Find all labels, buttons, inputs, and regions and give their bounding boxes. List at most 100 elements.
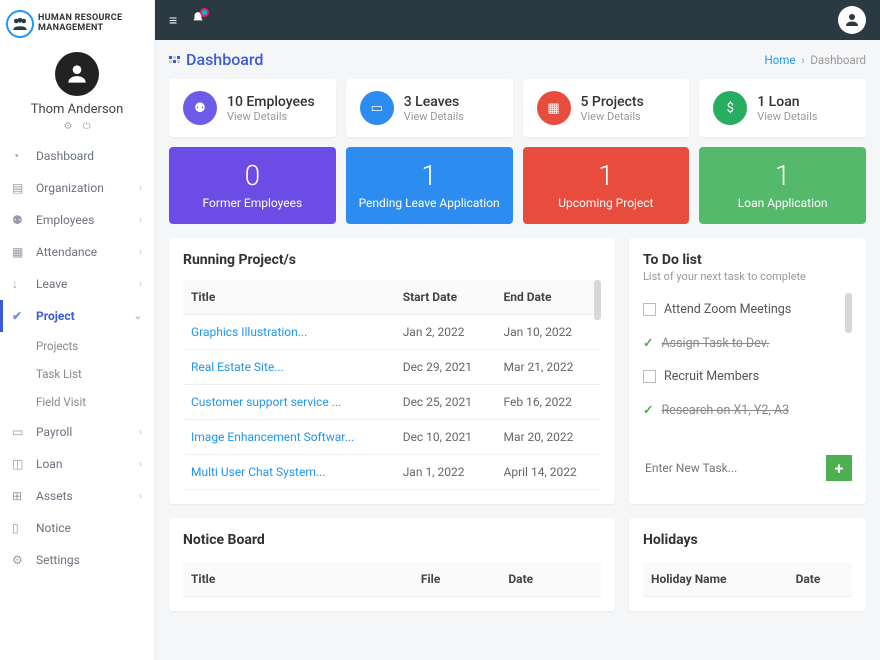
project-link[interactable]: Multi User Chat System... — [191, 465, 325, 479]
table-row: Real Estate Site...Dec 29, 2021Mar 21, 2… — [183, 350, 601, 385]
start-date: Jan 2, 2022 — [395, 315, 496, 350]
view-details-link[interactable]: View Details — [757, 110, 817, 123]
check-icon: ✓ — [643, 402, 653, 418]
breadcrumb-current: Dashboard — [810, 53, 866, 67]
gear-icon[interactable]: ⚙ — [63, 121, 72, 132]
project-link[interactable]: Real Estate Site... — [191, 360, 284, 374]
employees-icon: ⚉ — [12, 213, 26, 227]
sidebar-item-attendance[interactable]: ▦Attendance› — [0, 236, 154, 268]
stats-row: ⚉10 EmployeesView Details▭3 LeavesView D… — [169, 79, 866, 137]
table-row: Graphics Illustration...Jan 2, 2022Jan 1… — [183, 315, 601, 350]
summary-tile[interactable]: 1Pending Leave Application — [346, 147, 513, 224]
chevron-right-icon: › — [139, 427, 142, 438]
stat-title: 10 Employees — [227, 94, 315, 110]
todo-item[interactable]: ✓ Assign Task to Dev. — [643, 326, 852, 360]
page-title: Dashboard — [186, 50, 263, 69]
chevron-right-icon: › — [139, 491, 142, 502]
settings-icon: ⚙ — [12, 553, 26, 567]
table-row: Image Enhancement Softwar...Dec 10, 2021… — [183, 420, 601, 455]
project-icon: ✔ — [12, 309, 26, 323]
todo-panel: To Do list List of your next task to com… — [629, 238, 866, 504]
holidays-panel: Holidays Holiday NameDate — [629, 518, 866, 611]
checkbox[interactable] — [643, 303, 656, 316]
view-details-link[interactable]: View Details — [227, 110, 315, 123]
sidebar-item-loan[interactable]: ◫Loan› — [0, 448, 154, 480]
start-date: Dec 25, 2021 — [395, 385, 496, 420]
sidebar-item-organization[interactable]: ▤ Organization› — [0, 172, 154, 204]
sidebar-subitem-field-visit[interactable]: Field Visit — [0, 388, 154, 416]
avatar-icon[interactable] — [55, 52, 99, 96]
add-task-button[interactable]: + — [826, 455, 852, 481]
view-details-link[interactable]: View Details — [404, 110, 464, 123]
table-header: Holiday Name — [643, 562, 788, 597]
end-date: Mar 20, 2022 — [496, 420, 602, 455]
notice-board-title: Notice Board — [183, 532, 601, 548]
summary-tile[interactable]: 1 Upcoming Project — [523, 147, 690, 224]
todo-text: Recruit Members — [664, 369, 759, 384]
brand: HUMAN RESOURCE MANAGEMENT — [0, 0, 154, 48]
todo-text: Assign Task to Dev. — [661, 336, 769, 351]
profile: Thom Anderson ⚙ ⏻ — [0, 48, 154, 140]
stat-icon: $ — [713, 91, 747, 125]
todo-subtitle: List of your next task to complete — [643, 270, 852, 283]
tile-value: 1 — [707, 159, 858, 192]
stat-card: ▭3 LeavesView Details — [346, 79, 513, 137]
topbar: ≡ — [155, 0, 880, 40]
sidebar-item-settings[interactable]: ⚙Settings — [0, 544, 154, 576]
table-header: Start Date — [395, 280, 496, 315]
user-avatar-icon[interactable] — [838, 6, 866, 34]
holidays-title: Holidays — [643, 532, 852, 548]
todo-input[interactable] — [643, 455, 818, 481]
assets-icon: ⊞ — [12, 489, 26, 503]
checkbox[interactable] — [643, 370, 656, 383]
notification-icon[interactable] — [191, 11, 205, 29]
tile-value: 0 — [177, 159, 328, 192]
organization-icon: ▤ — [12, 181, 26, 195]
sidebar-item-notice[interactable]: ▯ Notice — [0, 512, 154, 544]
project-link[interactable]: Customer support service ... — [191, 395, 341, 409]
sidebar-item-assets[interactable]: ⊞Assets› — [0, 480, 154, 512]
sidebar-item-leave[interactable]: ↓Leave› — [0, 268, 154, 300]
chevron-right-icon: › — [139, 183, 142, 194]
payroll-icon: ▭ — [12, 425, 26, 439]
sidebar-item-payroll[interactable]: ▭Payroll› — [0, 416, 154, 448]
running-projects-panel: Running Project/s TitleStart DateEnd Dat… — [169, 238, 615, 504]
breadcrumb: Dashboard Home › Dashboard — [169, 50, 866, 69]
project-link[interactable]: Graphics Illustration... — [191, 325, 307, 339]
tile-label: Upcoming Project — [531, 196, 682, 210]
sidebar-item-label: Dashboard — [36, 149, 142, 163]
sidebar-subitem-projects[interactable]: Projects — [0, 332, 154, 360]
start-date: Jan 1, 2022 — [395, 455, 496, 490]
sidebar: HUMAN RESOURCE MANAGEMENT Thom Anderson … — [0, 0, 155, 660]
breadcrumb-home-link[interactable]: Home — [765, 53, 796, 67]
summary-tile[interactable]: 1Loan Application — [699, 147, 866, 224]
leave-icon: ↓ — [12, 277, 26, 291]
view-details-link[interactable]: View Details — [581, 110, 644, 123]
sidebar-item-label: Organization — [36, 181, 139, 195]
summary-tile[interactable]: 0Former Employees — [169, 147, 336, 224]
notice-board-panel: Notice Board TitleFileDate — [169, 518, 615, 611]
table-header: Title — [183, 562, 413, 597]
project-link[interactable]: Image Enhancement Softwar... — [191, 430, 354, 444]
dashboard-icon: ◔ — [12, 149, 26, 163]
tile-value: 1 — [531, 159, 682, 192]
todo-item[interactable]: ✓Research on X1, Y2, A3 — [643, 393, 852, 427]
notice-icon: ▯ — [12, 521, 26, 535]
sidebar-item-label: Notice — [36, 521, 142, 535]
sidebar-item-employees[interactable]: ⚉Employees› — [0, 204, 154, 236]
tiles-row: 0Former Employees1Pending Leave Applicat… — [169, 147, 866, 224]
check-icon: ✓ — [643, 335, 653, 351]
table-header: Title — [183, 280, 395, 315]
stat-icon: ▦ — [537, 91, 571, 125]
power-icon[interactable]: ⏻ — [83, 121, 91, 132]
menu-toggle-icon[interactable]: ≡ — [169, 12, 177, 29]
todo-item[interactable]: Attend Zoom Meetings — [643, 293, 852, 326]
stat-icon: ▭ — [360, 91, 394, 125]
todo-item[interactable]: Recruit Members — [643, 360, 852, 393]
sidebar-item-dashboard[interactable]: ◔ Dashboard — [0, 140, 154, 172]
sidebar-item-project[interactable]: ✔Project⌄ — [0, 300, 154, 332]
sidebar-subitem-task-list[interactable]: Task List — [0, 360, 154, 388]
chevron-right-icon: › — [139, 459, 142, 470]
profile-name: Thom Anderson — [0, 102, 154, 117]
loan-icon: ◫ — [12, 457, 26, 471]
